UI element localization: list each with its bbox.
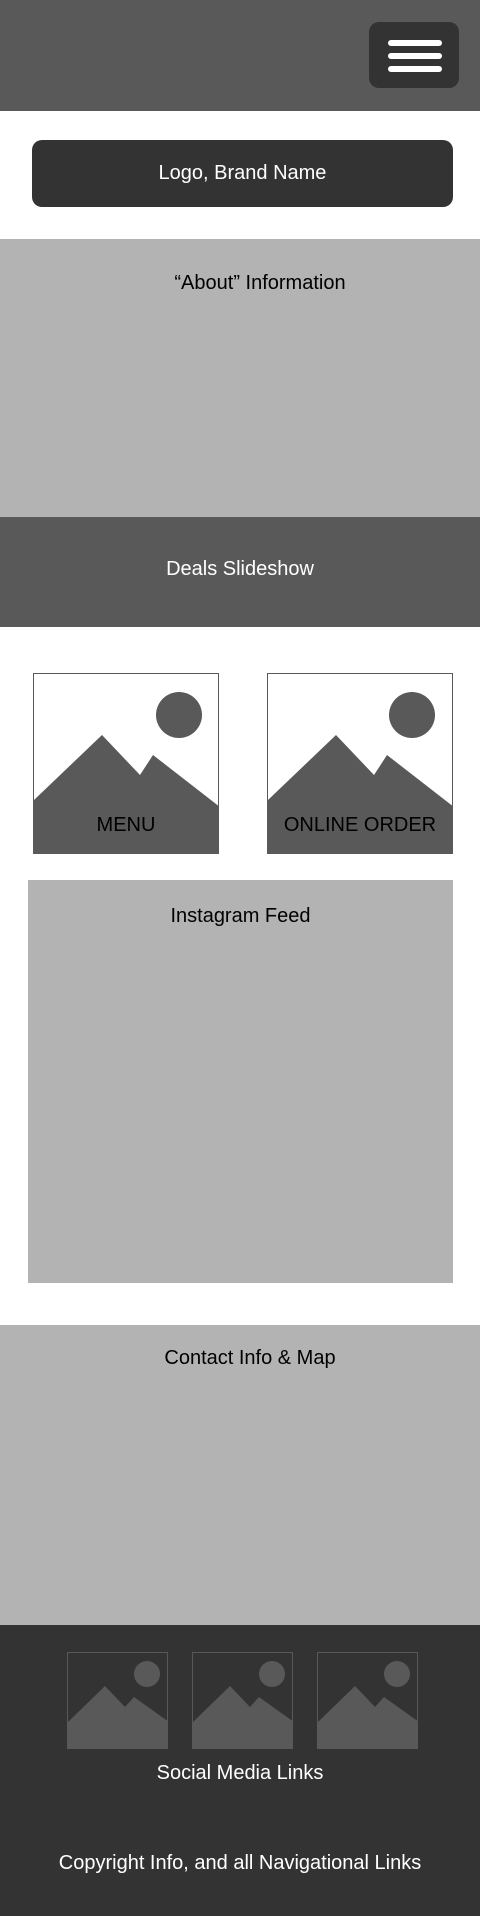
image-placeholder-icon	[193, 1661, 292, 1748]
about-section: “About” Information	[0, 239, 480, 517]
instagram-feed[interactable]: Instagram Feed	[28, 880, 453, 1283]
contact-label: Contact Info & Map	[164, 1347, 336, 1369]
logo-label: Logo, Brand Name	[158, 162, 327, 184]
social-media-links-label: Social Media Links	[156, 1762, 324, 1784]
menu-card[interactable]: MENU	[33, 673, 219, 854]
hamburger-line	[388, 40, 442, 46]
online-order-card-label: ONLINE ORDER	[283, 814, 437, 836]
hamburger-menu-icon[interactable]	[369, 22, 459, 88]
copyright-nav-links[interactable]: Copyright Info, and all Navigational Lin…	[0, 1852, 480, 1875]
image-placeholder-icon	[68, 1661, 167, 1748]
menu-card-label: MENU	[96, 814, 156, 836]
social-link-3[interactable]	[317, 1652, 418, 1749]
instagram-feed-label: Instagram Feed	[170, 905, 311, 927]
deals-label: Deals Slideshow	[166, 558, 314, 580]
social-link-2[interactable]	[192, 1652, 293, 1749]
contact-info-map[interactable]: Contact Info & Map	[0, 1325, 480, 1625]
deals-slideshow[interactable]: Deals Slideshow	[0, 517, 480, 627]
social-link-1[interactable]	[67, 1652, 168, 1749]
hamburger-line	[388, 53, 442, 59]
logo-brand-name[interactable]: Logo, Brand Name	[32, 140, 453, 207]
footer: Social Media Links Copyright Info, and a…	[0, 1625, 480, 1916]
about-label: “About” Information	[174, 272, 346, 294]
top-bar	[0, 0, 480, 111]
online-order-card[interactable]: ONLINE ORDER	[267, 673, 453, 854]
image-placeholder-icon	[318, 1661, 417, 1748]
hamburger-line	[388, 66, 442, 72]
